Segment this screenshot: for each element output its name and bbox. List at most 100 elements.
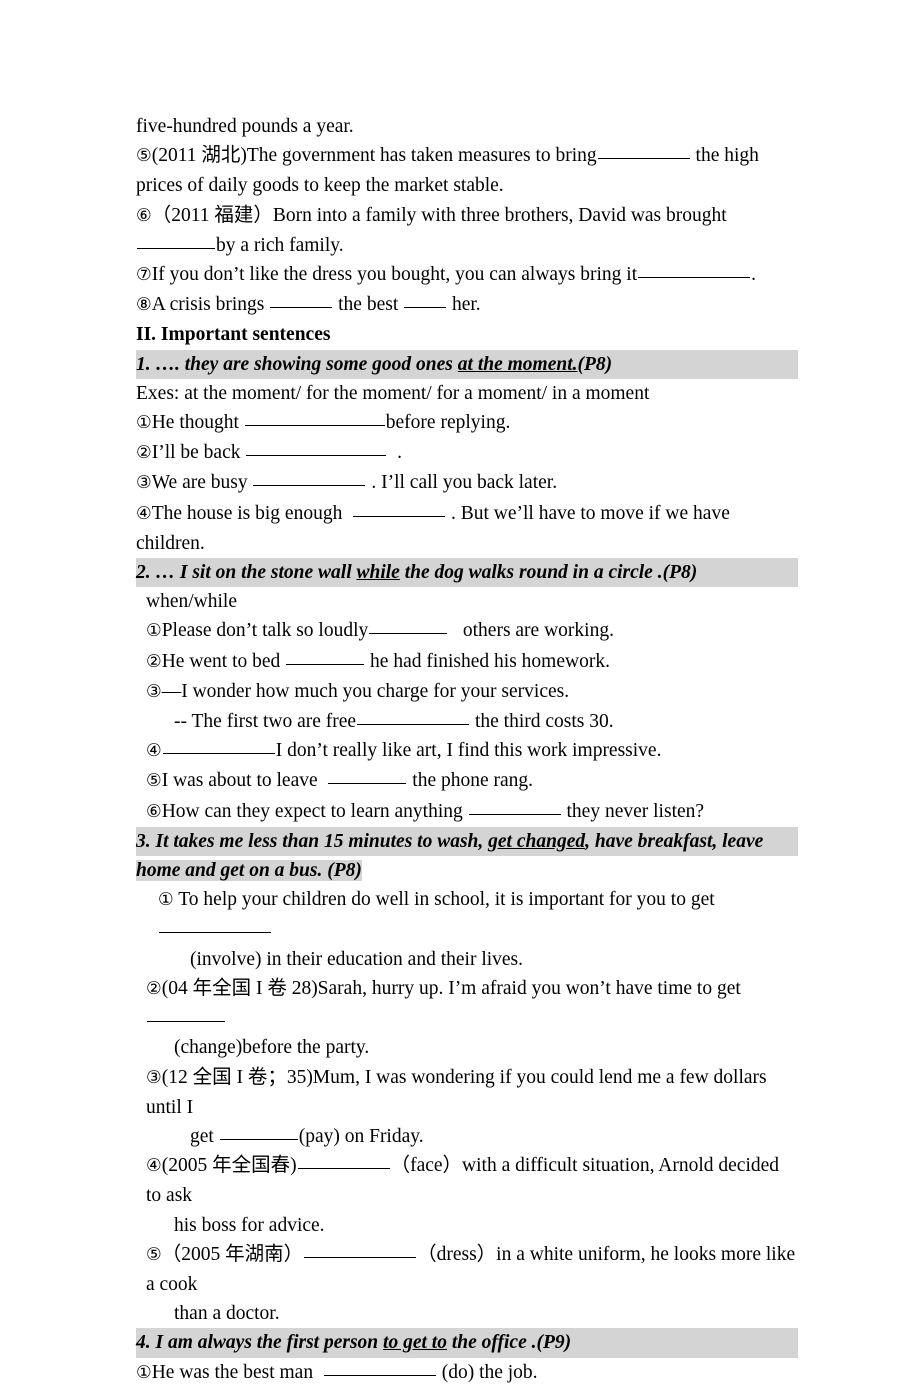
s1-question-2: ②I’ll be back . xyxy=(136,438,798,468)
answer-blank[interactable] xyxy=(162,739,275,755)
heading-1-prefix: 1. …. they are showing some good ones xyxy=(136,353,458,375)
s2-question-3: ③—I wonder how much you charge for your … xyxy=(136,677,798,707)
question-item-5: ⑤(2011 湖北)The government has taken measu… xyxy=(136,141,798,200)
answer-blank[interactable] xyxy=(244,411,385,427)
s4-question-1: ①He was the best man (do) the job. xyxy=(136,1358,798,1388)
s2-question-6: ⑥How can they expect to learn anything t… xyxy=(136,797,798,827)
circled-number-6: ⑥ xyxy=(146,801,162,822)
answer-blank[interactable] xyxy=(328,769,407,785)
circled-number-5: ⑤ xyxy=(136,146,152,167)
heading-2-underlined: while xyxy=(356,562,400,584)
heading-4-underlined: to get to xyxy=(383,1332,447,1354)
s2-q1-text-a: Please don’t talk so loudly xyxy=(161,620,369,642)
question-item-6: ⑥（2011 福建）Born into a family with three … xyxy=(136,201,798,260)
s1-question-3: ③We are busy . I’ll call you back later. xyxy=(136,468,798,498)
circled-number-2: ② xyxy=(136,443,152,464)
answer-blank[interactable] xyxy=(323,1361,436,1376)
answer-blank[interactable] xyxy=(286,650,365,665)
highlighted-heading-3-line1: 3. It takes me less than 15 minutes to w… xyxy=(136,826,798,857)
s2-question-1: ①Please don’t talk so loudly others are … xyxy=(136,616,798,646)
answer-blank[interactable] xyxy=(369,619,448,635)
s2-question-5: ⑤I was about to leave the phone rang. xyxy=(136,766,798,796)
answer-blank[interactable] xyxy=(404,293,447,309)
answer-blank[interactable] xyxy=(253,471,366,487)
circled-number-6: ⑥ xyxy=(136,205,152,226)
s3-question-4: ④(2005 年全国春) （face）with a difficult situa… xyxy=(136,1151,798,1210)
circled-number-1: ① xyxy=(158,890,174,911)
question-8-text-b: the best xyxy=(338,294,399,316)
answer-blank[interactable] xyxy=(468,800,561,815)
s2-q5-text-a: I was about to leave xyxy=(161,770,318,792)
section-heading-important-sentences: II. Important sentences xyxy=(136,324,331,346)
document-page: five-hundred pounds a year. ⑤(2011 湖北)Th… xyxy=(0,0,920,1383)
heading-3-line2: home and get on a bus. (P8) xyxy=(136,860,362,882)
circled-number-2: ② xyxy=(146,651,162,672)
circled-number-1: ① xyxy=(136,1362,152,1383)
question-6-text-a: （2011 福建）Born into a family with three b… xyxy=(151,204,727,226)
heading-4-suffix: the office .(P9) xyxy=(446,1332,572,1354)
s3-question-3: ③(12 全国 I 卷；35)Mum, I was wondering if y… xyxy=(136,1063,798,1122)
s2-q5-text-b: the phone rang. xyxy=(412,770,534,792)
s3-q5-text-a: （2005 年湖南） xyxy=(161,1243,304,1265)
answer-blank[interactable] xyxy=(357,710,470,726)
answer-blank[interactable] xyxy=(638,263,751,279)
document-body: five-hundred pounds a year. ⑤(2011 湖北)Th… xyxy=(136,112,798,1388)
answer-blank[interactable] xyxy=(353,502,446,517)
note-when-while: when/while xyxy=(146,591,237,613)
circled-number-5: ⑤ xyxy=(146,1244,162,1265)
s3-q1-text-a: To help your children do well in school,… xyxy=(178,889,715,911)
answer-blank[interactable] xyxy=(219,1125,298,1140)
s2-q3-reply-text-a: -- The first two are free xyxy=(174,711,357,733)
s2-question-4: ④ I don’t really like art, I find this wo… xyxy=(136,736,798,766)
s3-q3-text-a: (12 全国 I 卷；35)Mum, I was wondering if yo… xyxy=(146,1066,767,1118)
question-5-text-a: (2011 湖北)The government has taken measur… xyxy=(151,145,597,167)
s3-question-4-cont: his boss for advice. xyxy=(174,1214,325,1236)
answer-blank[interactable] xyxy=(147,1007,225,1023)
s2-question-2: ②He went to bed he had finished his home… xyxy=(136,647,798,677)
s1-q2-text-b: . xyxy=(397,442,402,464)
s4-q1-text-b: (do) the job. xyxy=(441,1361,538,1383)
heading-3-underlined: get changed xyxy=(488,830,586,852)
s2-q1-text-b: others are working. xyxy=(462,620,614,642)
answer-blank[interactable] xyxy=(270,293,333,309)
s2-q3-reply-text-b: the third costs 30. xyxy=(474,711,614,733)
circled-number-8: ⑧ xyxy=(136,295,152,316)
text-line-continuation: five-hundred pounds a year. xyxy=(136,116,354,137)
circled-number-3: ③ xyxy=(146,681,162,702)
s3-question-1: ① To help your children do well in schoo… xyxy=(136,885,798,944)
highlighted-heading-3-line2-wrap: home and get on a bus. (P8) xyxy=(136,856,798,885)
s3-question-3-cont: get (pay) on Friday. xyxy=(136,1122,798,1151)
s1-q3-text-b: . I’ll call you back later. xyxy=(371,472,558,494)
s1-question-1: ①He thought before replying. xyxy=(136,408,798,438)
exes-line-1: Exes: at the moment/ for the moment/ for… xyxy=(136,382,650,404)
answer-blank[interactable] xyxy=(246,441,387,457)
question-6-text-b: by a rich family. xyxy=(216,234,344,256)
question-7-text-a: If you don’t like the dress you bought, … xyxy=(151,264,638,286)
answer-blank[interactable] xyxy=(159,918,271,934)
s1-q4-text-a: The house is big enough xyxy=(151,502,343,524)
highlighted-heading-4: 4. I am always the first person to get t… xyxy=(136,1328,798,1358)
circled-number-2: ② xyxy=(146,978,162,999)
heading-4-prefix: 4. I am always the first person xyxy=(136,1332,384,1354)
heading-3-suffix: , have breakfast, leave xyxy=(585,830,764,852)
answer-blank[interactable] xyxy=(297,1154,390,1170)
highlighted-heading-2: 2. … I sit on the stone wall while the d… xyxy=(136,558,798,588)
heading-1-suffix: (P8) xyxy=(577,353,613,375)
s2-q2-text-a: He went to bed xyxy=(161,650,281,672)
s3-q2-text-a: (04 年全国 I 卷 28)Sarah, hurry up. I’m afra… xyxy=(161,977,741,999)
s3-q4-text-a: (2005 年全国春) xyxy=(161,1155,297,1177)
circled-number-7: ⑦ xyxy=(136,265,152,286)
circled-number-4: ④ xyxy=(146,741,162,762)
answer-blank[interactable] xyxy=(137,234,215,249)
s2-q4-text-b: I don’t really like art, I find this wor… xyxy=(275,740,662,762)
heading-2-suffix: the dog walks round in a circle .(P8) xyxy=(399,562,698,584)
circled-number-3: ③ xyxy=(136,473,152,494)
answer-blank[interactable] xyxy=(304,1243,417,1258)
s1-q1-text-b: before replying. xyxy=(385,412,511,434)
s3-q3-cont-a: get xyxy=(190,1125,214,1147)
answer-blank[interactable] xyxy=(597,144,690,160)
s1-q1-text-a: He thought xyxy=(151,412,239,434)
circled-number-1: ① xyxy=(146,621,162,642)
s3-question-1-cont: (involve) in their education and their l… xyxy=(190,948,524,970)
s4-q1-text-a: He was the best man xyxy=(151,1361,314,1383)
